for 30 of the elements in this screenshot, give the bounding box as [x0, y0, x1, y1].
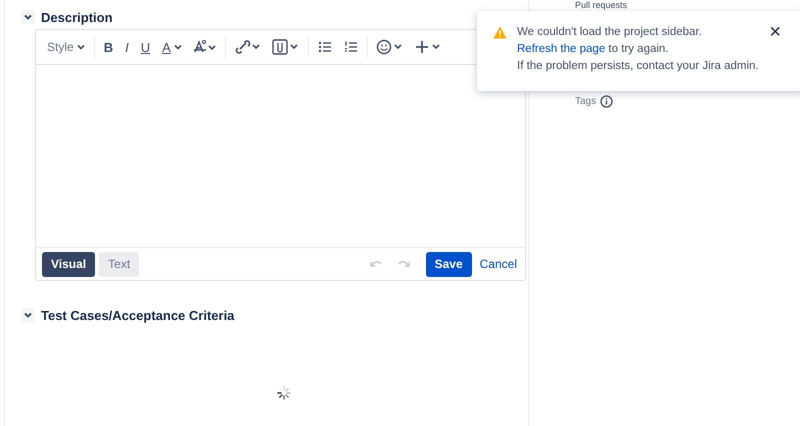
warning-icon: [493, 26, 507, 39]
insert-icon[interactable]: [414, 39, 442, 55]
tags-label: Tags: [575, 96, 596, 107]
style-dropdown[interactable]: Style: [44, 40, 88, 54]
toast-message: If the problem persists, contact your Jira admin.: [517, 59, 760, 74]
chevron-icon[interactable]: [21, 10, 35, 24]
save-button[interactable]: Save: [426, 252, 472, 276]
format-button[interactable]: A: [159, 40, 185, 54]
attachment-icon[interactable]: [272, 39, 300, 55]
text-format-icon[interactable]: [192, 39, 217, 55]
cancel-link[interactable]: Cancel: [476, 257, 517, 271]
refresh-link[interactable]: Refresh the page: [517, 43, 606, 55]
format-button[interactable]: U: [138, 40, 154, 54]
emoji-icon[interactable]: [376, 39, 404, 55]
chevron-icon[interactable]: [21, 308, 35, 322]
format-button[interactable]: B: [100, 40, 116, 54]
bullet-list-icon[interactable]: [316, 39, 333, 55]
mode-tab[interactable]: Visual: [42, 252, 96, 276]
close-button[interactable]: ×: [769, 24, 781, 40]
caret-icon[interactable]: [174, 43, 182, 51]
sidebar-heading: Pull requests: [575, 0, 628, 10]
section-title: Description: [41, 10, 113, 24]
link-icon[interactable]: [234, 39, 262, 55]
info-icon[interactable]: [600, 95, 614, 108]
toast-message: We couldn't load the project sidebar. Refresh the page to try again.: [517, 25, 703, 57]
format-button[interactable]: I: [122, 40, 132, 54]
caret-icon[interactable]: [76, 43, 85, 51]
section-title: Test Cases/Acceptance Criteria: [41, 308, 234, 322]
loading-spinner-icon: [277, 386, 291, 400]
mode-tab[interactable]: Text: [99, 252, 140, 276]
